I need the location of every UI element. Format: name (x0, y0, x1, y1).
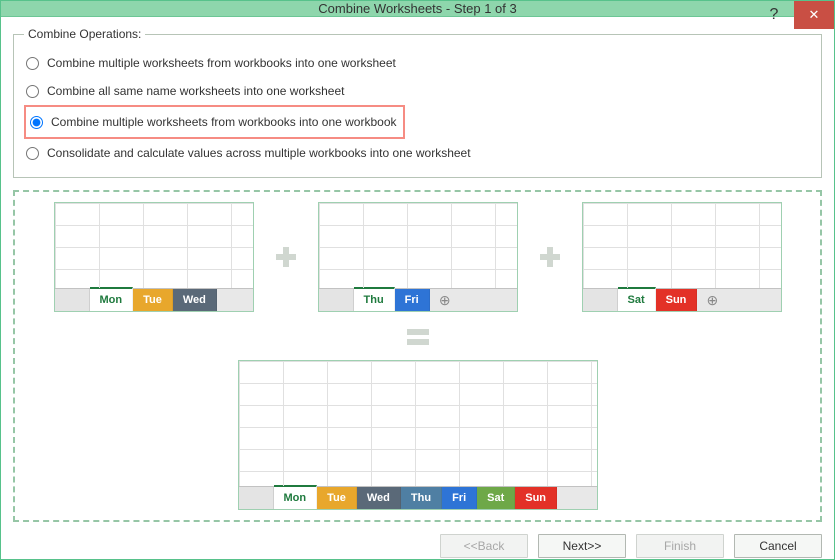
equals-icon (400, 318, 436, 354)
illustration-workbook-1: Mon Tue Wed (54, 202, 254, 312)
operation-option-2[interactable]: Combine multiple worksheets from workboo… (24, 105, 405, 139)
illustration-workbook-result: Mon Tue Wed Thu Fri Sat Sun (238, 360, 598, 510)
next-button[interactable]: Next>> (538, 534, 626, 558)
body: Combine Operations: Combine multiple wor… (1, 17, 834, 560)
illustration-workbook-3: Sat Sun ⊕ (582, 202, 782, 312)
tab-tue: Tue (133, 289, 173, 311)
system-buttons: ? ✕ (754, 1, 834, 16)
tab-tue: Tue (317, 487, 357, 509)
operation-option-3[interactable]: Consolidate and calculate values across … (24, 139, 811, 167)
tab-spacer (319, 289, 354, 311)
illustration-workbook-2: Thu Fri ⊕ (318, 202, 518, 312)
tab-sun: Sun (656, 289, 698, 311)
operation-radio-0[interactable] (26, 57, 39, 70)
operation-radio-2[interactable] (30, 116, 43, 129)
operation-radio-1[interactable] (26, 85, 39, 98)
illustration-panel: Mon Tue Wed Thu (13, 190, 822, 522)
illustration-grid (55, 203, 253, 288)
operation-radio-3[interactable] (26, 147, 39, 160)
illustration-tabstrip: Mon Tue Wed (55, 288, 253, 311)
tab-sat: Sat (477, 487, 515, 509)
tab-thu: Thu (354, 287, 395, 311)
tab-spacer (55, 289, 90, 311)
tab-fri: Fri (442, 487, 477, 509)
illustration-grid (583, 203, 781, 288)
operation-option-0[interactable]: Combine multiple worksheets from workboo… (24, 49, 811, 77)
plus-icon (268, 239, 304, 275)
tab-fri: Fri (395, 289, 430, 311)
add-sheet-icon: ⊕ (430, 289, 460, 311)
tab-sun: Sun (515, 487, 557, 509)
tab-spacer (239, 487, 274, 509)
cancel-button[interactable]: Cancel (734, 534, 822, 558)
illustration-tabstrip: Mon Tue Wed Thu Fri Sat Sun (239, 486, 597, 509)
add-sheet-icon: ⊕ (697, 289, 727, 311)
combine-operations-legend: Combine Operations: (24, 27, 145, 41)
back-button: <<Back (440, 534, 528, 558)
tab-thu: Thu (401, 487, 442, 509)
close-button[interactable]: ✕ (794, 1, 834, 29)
combine-operations-group: Combine Operations: Combine multiple wor… (13, 27, 822, 178)
tab-mon: Mon (90, 287, 134, 311)
illustration-top-row: Mon Tue Wed Thu (54, 202, 782, 312)
operation-label-0: Combine multiple worksheets from workboo… (47, 56, 396, 70)
window-title: Combine Worksheets - Step 1 of 3 (1, 1, 834, 16)
combine-worksheets-window: Combine Worksheets - Step 1 of 3 ? ✕ Com… (0, 0, 835, 560)
finish-button: Finish (636, 534, 724, 558)
tab-sat: Sat (618, 287, 656, 311)
illustration-tabstrip: Sat Sun ⊕ (583, 288, 781, 311)
help-button[interactable]: ? (754, 1, 794, 29)
tab-mon: Mon (274, 485, 318, 509)
plus-icon (532, 239, 568, 275)
titlebar: Combine Worksheets - Step 1 of 3 ? ✕ (1, 1, 834, 17)
footer-buttons: <<Back Next>> Finish Cancel (13, 534, 822, 558)
tab-spacer (583, 289, 618, 311)
tab-wed: Wed (357, 487, 401, 509)
operation-label-3: Consolidate and calculate values across … (47, 146, 471, 160)
illustration-grid (319, 203, 517, 288)
operation-option-1[interactable]: Combine all same name worksheets into on… (24, 77, 811, 105)
operation-label-2: Combine multiple worksheets from workboo… (51, 115, 397, 129)
tab-wed: Wed (173, 289, 217, 311)
illustration-grid (239, 361, 597, 486)
operation-label-1: Combine all same name worksheets into on… (47, 84, 344, 98)
illustration-tabstrip: Thu Fri ⊕ (319, 288, 517, 311)
